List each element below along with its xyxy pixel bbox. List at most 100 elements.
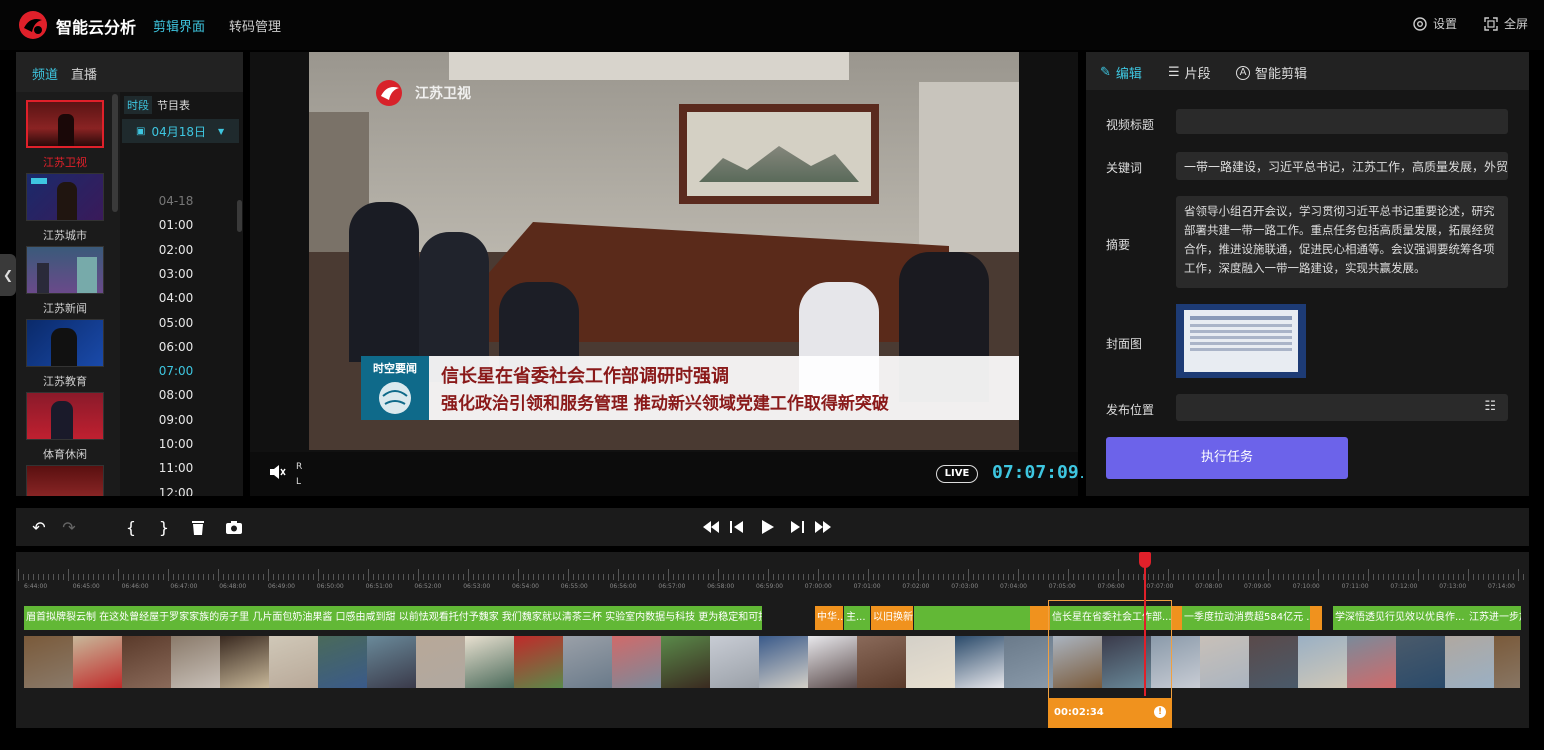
channel-label: 江苏城市 [43, 229, 87, 242]
fast-forward-icon[interactable] [812, 516, 834, 538]
time-slot-item[interactable]: 03:00 [120, 267, 232, 281]
timeline-thumbnail [1494, 636, 1520, 688]
timeline-thumbnail [1004, 636, 1053, 688]
tab-program-list[interactable]: 节目表 [154, 96, 193, 114]
nav-transcode[interactable]: 转码管理 [229, 16, 281, 35]
delete-icon[interactable] [187, 516, 209, 538]
time-slot-item[interactable]: 12:00 [120, 486, 232, 496]
audio-left-channel: L [296, 477, 302, 487]
clip-segment[interactable]: 一季度拉动消费超584亿元 ... [1182, 606, 1310, 630]
cover-image[interactable] [1176, 304, 1306, 378]
fullscreen-label: 全屏 [1504, 17, 1529, 31]
ruler-tick-label: 07:01:00 [853, 583, 881, 590]
ruler-tick-label: 07:02:00 [902, 583, 930, 590]
time-slot-item[interactable]: 07:00 [120, 364, 232, 378]
label-keywords: 关键词 [1106, 161, 1143, 175]
timeline-ruler[interactable]: 6:44:00 06:45:00 06:46:00 06:47:00 06:48:00 0… [16, 566, 1529, 596]
snapshot-icon[interactable] [223, 516, 245, 538]
clip-segment[interactable] [1310, 606, 1322, 630]
label-publish-location: 发布位置 [1106, 403, 1155, 417]
news-headline-2: 强化政治引领和服务管理 推动新兴领域党建工作取得新突破 [441, 394, 889, 414]
step-forward-icon[interactable] [786, 516, 808, 538]
clip-segment[interactable] [1030, 606, 1050, 630]
time-slot-item[interactable]: 02:00 [120, 243, 232, 257]
fast-rewind-icon[interactable] [700, 516, 722, 538]
ruler-tick-label: 06:48:00 [219, 583, 247, 590]
tab-smart-edit[interactable]: A 智能剪辑 [1236, 63, 1307, 82]
time-slot-item[interactable]: 08:00 [120, 388, 232, 402]
tab-channel[interactable]: 频道 [32, 64, 58, 83]
channel-item-more[interactable] [26, 465, 104, 496]
clip-segment[interactable] [914, 606, 1030, 630]
time-slot-item[interactable]: 10:00 [120, 437, 232, 451]
timeline-thumbnail [563, 636, 612, 688]
time-slot-item[interactable]: 05:00 [120, 316, 232, 330]
clip-segment[interactable]: 眉首拟牌裂云制 在这处曾经屋于罗家家族的房子里 几片面包奶油果酱 口感由咸到甜 … [24, 606, 762, 630]
time-slot-item[interactable]: 04:00 [120, 291, 232, 305]
ruler-tick-label: 06:45:00 [72, 583, 100, 590]
summary-textarea[interactable]: 省领导小组召开会议，学习贯彻习近平总书记重要论述，研究部署共建一带一路工作。重点… [1176, 196, 1508, 288]
ruler-tick-label: 06:59:00 [756, 583, 783, 590]
undo-icon[interactable]: ↶ [28, 516, 50, 538]
channel-label: 江苏教育 [43, 375, 87, 388]
tab-edit[interactable]: ✎ 编辑 [1100, 63, 1142, 82]
timeline[interactable]: 6:44:00 06:45:00 06:46:00 06:47:00 06:48:00 0… [16, 552, 1529, 728]
play-icon[interactable] [757, 516, 779, 538]
tab-clips[interactable]: ☰ 片段 [1168, 63, 1211, 82]
ruler-tick-label: 07:00:00 [804, 583, 832, 590]
volume-button[interactable] [268, 463, 286, 485]
channel-item-jscs[interactable]: 江苏城市 [26, 173, 104, 243]
channel-scrollbar[interactable] [112, 94, 118, 212]
clip-segment[interactable]: 江苏进一步加... [1467, 606, 1521, 630]
date-picker[interactable]: ▣ 04月18日 ▼ [122, 119, 239, 143]
time-slot-item[interactable]: 01:00 [120, 218, 232, 232]
settings-button[interactable]: 设置 [1412, 15, 1457, 32]
ruler-tick-label: 06:55:00 [560, 583, 588, 590]
time-slot-item[interactable]: 06:00 [120, 340, 232, 354]
news-badge-text: 时空要闻 [373, 362, 417, 375]
tab-time-slot[interactable]: 时段 [124, 96, 152, 114]
channel-item-tyxx[interactable]: 体育休闲 [26, 392, 104, 462]
channel-item-jsjy[interactable]: 江苏教育 [26, 319, 104, 389]
time-slot-item[interactable]: 04-18 [120, 194, 232, 208]
chevron-down-icon: ▼ [218, 126, 225, 136]
keywords-input[interactable]: 一带一路建设，习近平总书记，江苏工作，高质量发展，外贸合 [1176, 152, 1508, 180]
playhead-handle[interactable] [1139, 552, 1151, 568]
news-headline-1: 信长星在省委社会工作部调研时强调 [441, 366, 729, 387]
clip-segment[interactable]: 中华... [815, 606, 843, 630]
channel-item-jsws[interactable]: 江苏卫视 [26, 100, 104, 170]
fullscreen-button[interactable]: 全屏 [1483, 15, 1528, 32]
clip-segment[interactable]: 学深悟透见行见效以优良作... [1333, 606, 1467, 630]
video-frame[interactable]: 江苏卫视 时空要闻 信长星在省委社会工作部调研时强调 强化政治引领和服务管理 推… [309, 52, 1019, 450]
globe-icon [379, 382, 411, 414]
ruler-tick-label: 06:57:00 [658, 583, 686, 590]
publish-location-select[interactable]: ☷ [1176, 394, 1508, 421]
mark-out-icon[interactable]: } [153, 516, 175, 538]
mark-in-icon[interactable]: { [120, 516, 142, 538]
live-badge[interactable]: LIVE [936, 465, 978, 483]
channel-thumbnail [26, 319, 104, 367]
clip-segment[interactable] [1172, 606, 1182, 630]
redo-icon[interactable]: ↷ [58, 516, 80, 538]
video-title-input[interactable] [1176, 109, 1508, 134]
clip-segment[interactable]: 主... [844, 606, 870, 630]
news-badge: 时空要闻 [361, 356, 429, 420]
clip-segment[interactable]: 以旧换新 [871, 606, 913, 630]
tab-clips-label: 片段 [1184, 67, 1211, 82]
settings-label: 设置 [1433, 17, 1458, 31]
execute-task-button[interactable]: 执行任务 [1106, 437, 1348, 479]
collapse-panel-button[interactable]: ❮ [0, 254, 16, 296]
ruler-tick-label: 07:10:00 [1292, 583, 1320, 590]
info-icon[interactable]: ! [1154, 706, 1166, 718]
time-slot-item[interactable]: 11:00 [120, 461, 232, 475]
channel-item-jsxw[interactable]: 江苏新闻 [26, 246, 104, 316]
channel-label: 江苏卫视 [43, 156, 87, 169]
step-back-icon[interactable] [726, 516, 748, 538]
timeline-thumbnail [171, 636, 220, 688]
edit-panel-header: ✎ 编辑 ☰ 片段 A 智能剪辑 [1086, 52, 1529, 90]
time-slot-item[interactable]: 09:00 [120, 413, 232, 427]
schedule-scrollbar[interactable] [237, 200, 242, 232]
tab-live[interactable]: 直播 [71, 64, 97, 83]
nav-edit[interactable]: 剪辑界面 [153, 16, 205, 35]
channel-list: 江苏卫视 江苏城市 江苏新闻 江苏教育 体育休闲 [16, 92, 120, 496]
